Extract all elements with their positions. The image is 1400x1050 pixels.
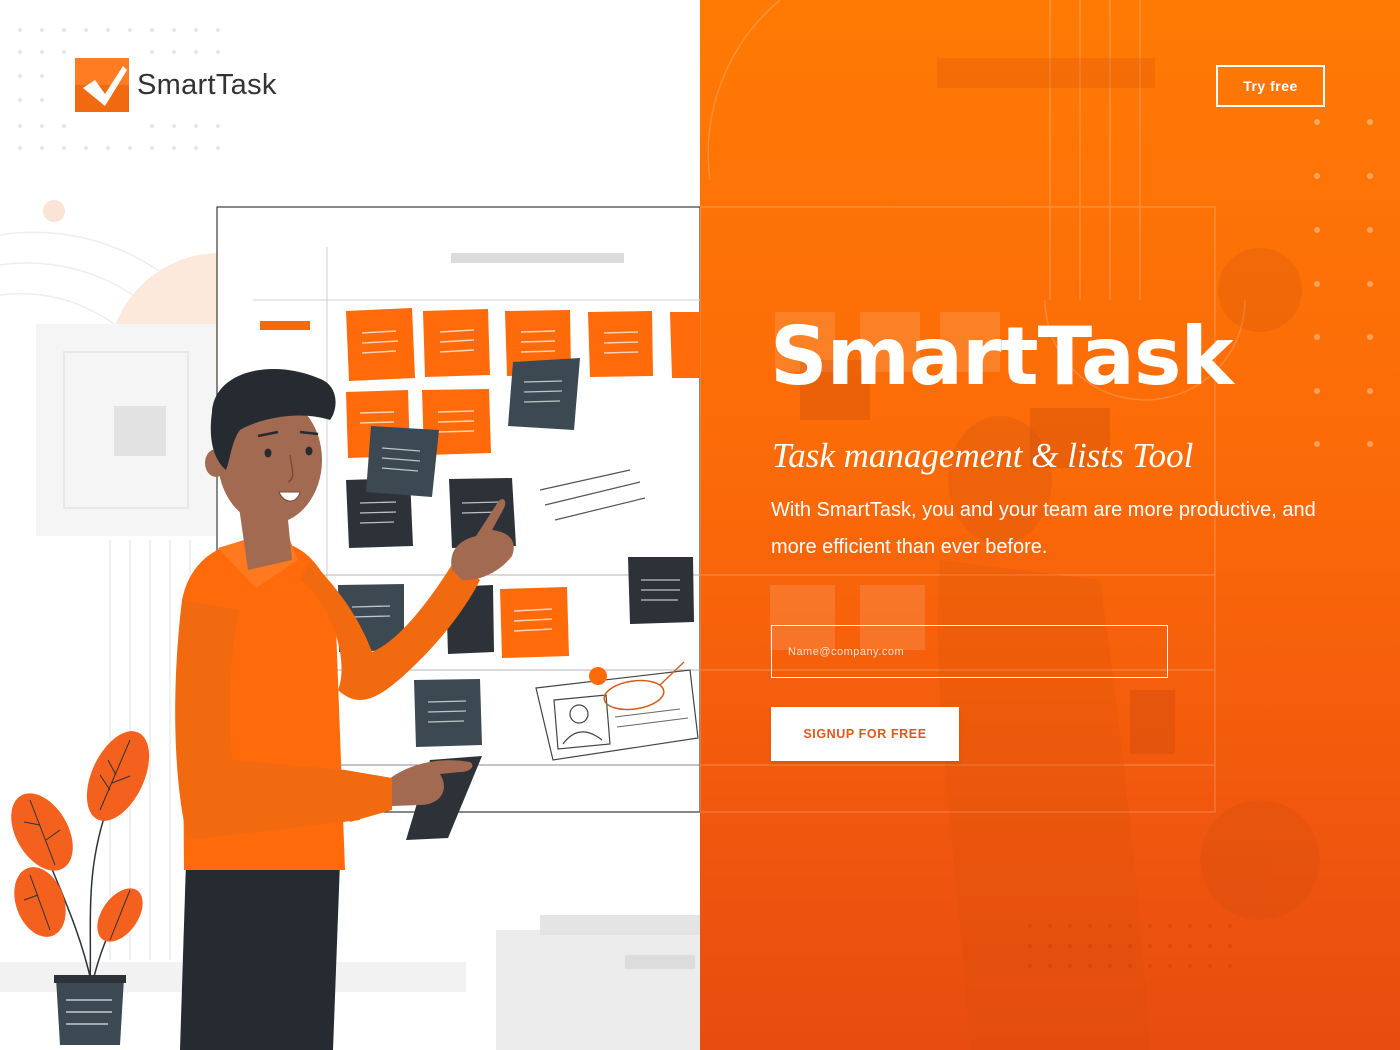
signup-button[interactable]: SIGNUP FOR FREE <box>771 707 959 761</box>
hero-description: With SmartTask, you and your team are mo… <box>771 499 1316 558</box>
email-field[interactable] <box>771 625 1168 678</box>
checkmark-logo-icon <box>75 58 129 112</box>
brand-name: SmartTask <box>137 68 277 101</box>
brand-logo[interactable]: SmartTask <box>75 58 277 112</box>
kanban-board-illustration <box>0 200 700 1050</box>
hero-title: SmartTask <box>770 310 1234 403</box>
try-free-button[interactable]: Try free <box>1216 65 1325 107</box>
left-panel: SmartTask <box>0 0 700 1050</box>
hero-subtitle: Task management & lists Tool <box>772 436 1194 475</box>
